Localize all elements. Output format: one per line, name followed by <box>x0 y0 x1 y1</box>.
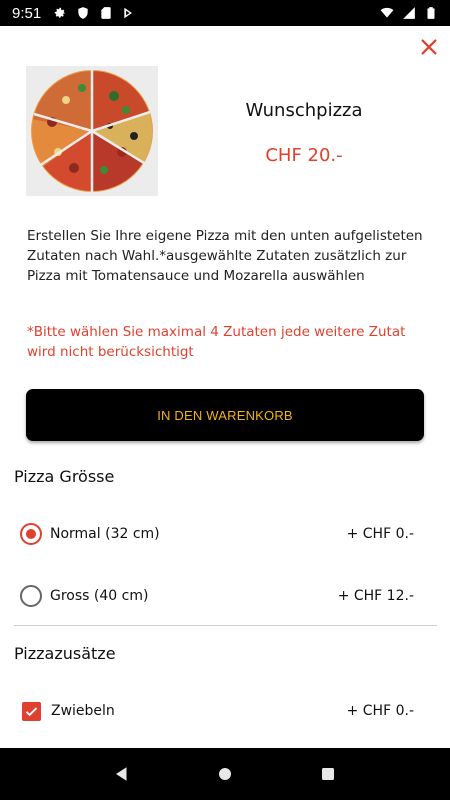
size-option-label: Gross (40 cm) <box>50 588 149 604</box>
home-icon[interactable] <box>213 762 237 786</box>
product-description: Erstellen Sie Ihre eigene Pizza mit den … <box>27 228 423 284</box>
radio-button[interactable] <box>20 585 42 607</box>
product-price: CHF 20.- <box>265 145 343 166</box>
wifi-icon <box>380 6 394 20</box>
size-option-price: + CHF 12.- <box>337 588 414 604</box>
section-divider <box>14 625 437 626</box>
close-icon[interactable] <box>418 36 440 58</box>
back-icon[interactable] <box>110 762 134 786</box>
extra-option-zwiebeln[interactable]: Zwiebeln + CHF 0.- <box>14 691 420 731</box>
status-bar: 9:51 <box>0 0 450 26</box>
size-option-gross[interactable]: Gross (40 cm) + CHF 12.- <box>14 576 420 616</box>
size-option-label: Normal (32 cm) <box>50 526 160 542</box>
add-to-cart-button[interactable]: IN DEN WARENKORB <box>26 389 424 441</box>
recents-icon[interactable] <box>316 762 340 786</box>
size-section-title: Pizza Grösse <box>14 467 115 486</box>
shield-icon <box>76 6 90 20</box>
status-icons-right <box>380 6 438 20</box>
play-store-icon <box>122 6 136 20</box>
size-option-normal[interactable]: Normal (32 cm) + CHF 0.- <box>14 514 420 554</box>
radio-button-selected[interactable] <box>20 523 42 545</box>
pizza-image <box>26 66 158 196</box>
battery-icon <box>424 6 438 20</box>
ingredient-limit-warning: *Bitte wählen Sie maximal 4 Zutaten jede… <box>27 324 406 360</box>
status-icons-left <box>53 6 136 20</box>
navigation-bar <box>0 748 450 800</box>
status-time: 9:51 <box>12 4 42 22</box>
size-option-price: + CHF 0.- <box>346 526 414 542</box>
gear-icon <box>53 6 67 20</box>
extra-option-price: + CHF 0.- <box>346 703 414 719</box>
checkbox-checked-icon[interactable] <box>22 701 41 721</box>
cell-signal-icon <box>402 6 416 20</box>
extra-option-label: Zwiebeln <box>51 703 115 719</box>
product-title: Wunschpizza <box>245 100 363 121</box>
sd-card-icon <box>99 6 113 20</box>
extras-section-title: Pizzazusätze <box>14 644 116 663</box>
